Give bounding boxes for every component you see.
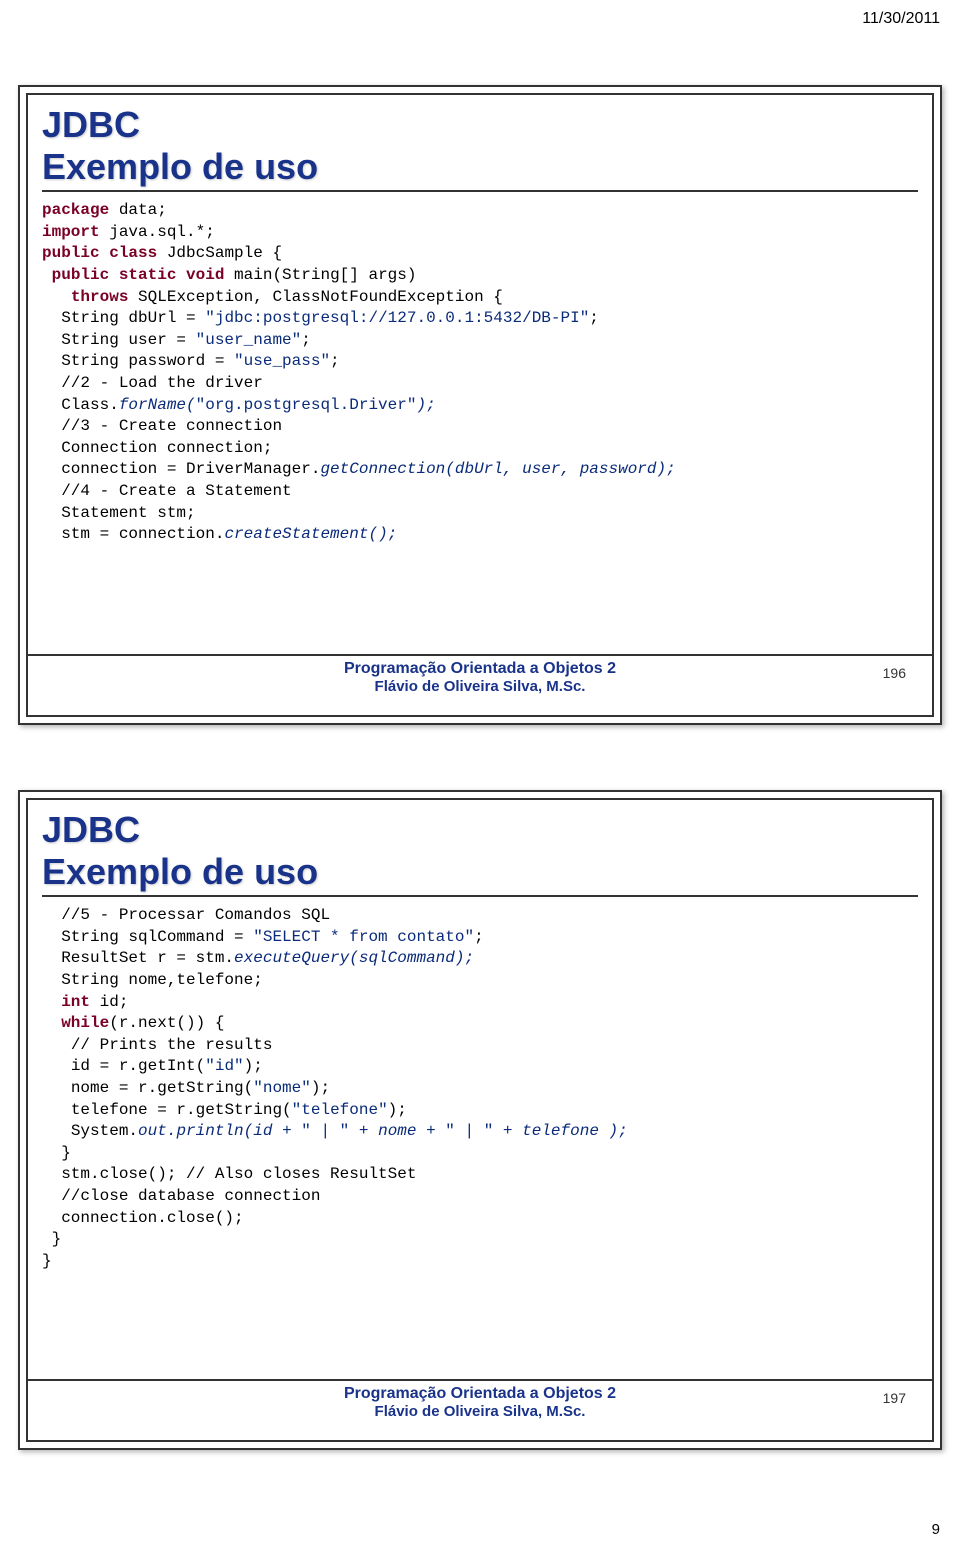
code-text: Connection connection; [42, 439, 272, 457]
code-comment: //close database connection [42, 1187, 320, 1205]
code-str: "user_name" [196, 331, 302, 349]
code-text: ; [474, 928, 484, 946]
footer: Programação Orientada a Objetos 2 Flávio… [28, 1379, 932, 1422]
page-number: 9 [932, 1521, 940, 1538]
code-text: data; [109, 201, 167, 219]
inner-frame: JDBC Exemplo de uso package data; import… [26, 93, 934, 717]
code-kw: package [42, 201, 109, 219]
footer-text: Programação Orientada a Objetos 2 Flávio… [28, 656, 932, 697]
code-text: SQLException, ClassNotFoundException { [138, 288, 503, 306]
code-text: ResultSet r = stm. [42, 949, 234, 967]
code-text: connection.close(); [42, 1209, 244, 1227]
page-date: 11/30/2011 [862, 10, 940, 28]
code-str: "jdbc:postgresql://127.0.0.1:5432/DB-PI" [205, 309, 589, 327]
title-rule [42, 190, 918, 192]
slide-content: JDBC Exemplo de uso package data; import… [28, 95, 932, 556]
outer-frame: JDBC Exemplo de uso package data; import… [18, 85, 942, 725]
code-kw: while [42, 1014, 109, 1032]
code-text: stm.close(); // Also closes ResultSet [42, 1165, 416, 1183]
code-it: + telefone ); [493, 1122, 627, 1140]
code-text: Statement stm; [42, 504, 196, 522]
code-text: ); [244, 1057, 263, 1075]
footer-text: Programação Orientada a Objetos 2 Flávio… [28, 1381, 932, 1422]
code-text: java.sql.*; [100, 223, 215, 241]
code-text: id = r.getInt( [42, 1057, 205, 1075]
code-comment: //4 - Create a Statement [42, 482, 292, 500]
code-text: main(String[] args) [234, 266, 416, 284]
code-text: ; [589, 309, 599, 327]
code-kw: import [42, 223, 100, 241]
code-comment: //2 - Load the driver [42, 374, 263, 392]
code-text: ; [301, 331, 311, 349]
slide-content: JDBC Exemplo de uso //5 - Processar Coma… [28, 800, 932, 1282]
code-text: String dbUrl = [42, 309, 205, 327]
code-block: //5 - Processar Comandos SQL String sqlC… [42, 905, 918, 1272]
code-str: "nome" [253, 1079, 311, 1097]
slide-1: JDBC Exemplo de uso package data; import… [18, 85, 942, 725]
code-text: ); [311, 1079, 330, 1097]
code-text: String nome,telefone; [42, 971, 263, 989]
code-kw: public static void [42, 266, 234, 284]
footer-line2: Flávio de Oliveira Silva, M.Sc. [28, 678, 932, 695]
code-text: JdbcSample [167, 244, 263, 262]
code-str: " | " [301, 1122, 349, 1140]
code-comment: //3 - Create connection [42, 417, 282, 435]
code-it: .println(id + [167, 1122, 301, 1140]
code-text: ); [388, 1101, 407, 1119]
slide-title-2: Exemplo de uso [42, 852, 918, 892]
code-text: } [42, 1230, 61, 1248]
code-it: out [138, 1122, 167, 1140]
code-text: stm = connection. [42, 525, 224, 543]
code-str: "use_pass" [234, 352, 330, 370]
code-kw: throws [42, 288, 138, 306]
code-text: telefone = r.getString( [42, 1101, 292, 1119]
code-comment: // Prints the results [42, 1036, 272, 1054]
code-text: Class. [42, 396, 119, 414]
code-text: String password = [42, 352, 234, 370]
code-block: package data; import java.sql.*; public … [42, 200, 918, 546]
footer-line2: Flávio de Oliveira Silva, M.Sc. [28, 1403, 932, 1420]
code-text: ; [330, 352, 340, 370]
code-it: createStatement(); [224, 525, 397, 543]
code-str: "telefone" [292, 1101, 388, 1119]
code-it: + nome + [349, 1122, 445, 1140]
code-str: "SELECT * from contato" [253, 928, 474, 946]
code-str: "id" [205, 1057, 243, 1075]
code-it: executeQuery(sqlCommand); [234, 949, 474, 967]
slide-title-2: Exemplo de uso [42, 147, 918, 187]
code-text: System. [42, 1122, 138, 1140]
code-text: (r.next()) { [109, 1014, 224, 1032]
outer-frame: JDBC Exemplo de uso //5 - Processar Coma… [18, 790, 942, 1450]
code-text: String user = [42, 331, 196, 349]
footer-line1: Programação Orientada a Objetos 2 [28, 660, 932, 678]
code-kw: public class [42, 244, 167, 262]
title-rule [42, 895, 918, 897]
code-text: { [263, 244, 282, 262]
inner-frame: JDBC Exemplo de uso //5 - Processar Coma… [26, 798, 934, 1442]
code-text: nome = r.getString( [42, 1079, 253, 1097]
code-kw: int [42, 993, 90, 1011]
code-str: " | " [445, 1122, 493, 1140]
slide-2: JDBC Exemplo de uso //5 - Processar Coma… [18, 790, 942, 1450]
code-it: ); [416, 396, 435, 414]
footer-line1: Programação Orientada a Objetos 2 [28, 1385, 932, 1403]
footer: Programação Orientada a Objetos 2 Flávio… [28, 654, 932, 697]
slide-title-1: JDBC [42, 810, 918, 850]
code-str: "org.postgresql.Driver" [196, 396, 417, 414]
code-text: String sqlCommand = [42, 928, 253, 946]
code-it: forName( [119, 396, 196, 414]
code-comment: //5 - Processar Comandos SQL [42, 906, 330, 924]
code-text: } [42, 1144, 71, 1162]
code-text: id; [90, 993, 128, 1011]
code-text: } [42, 1252, 52, 1270]
code-it: getConnection(dbUrl, user, password); [320, 460, 675, 478]
slide-title-1: JDBC [42, 105, 918, 145]
code-text: connection = DriverManager. [42, 460, 320, 478]
